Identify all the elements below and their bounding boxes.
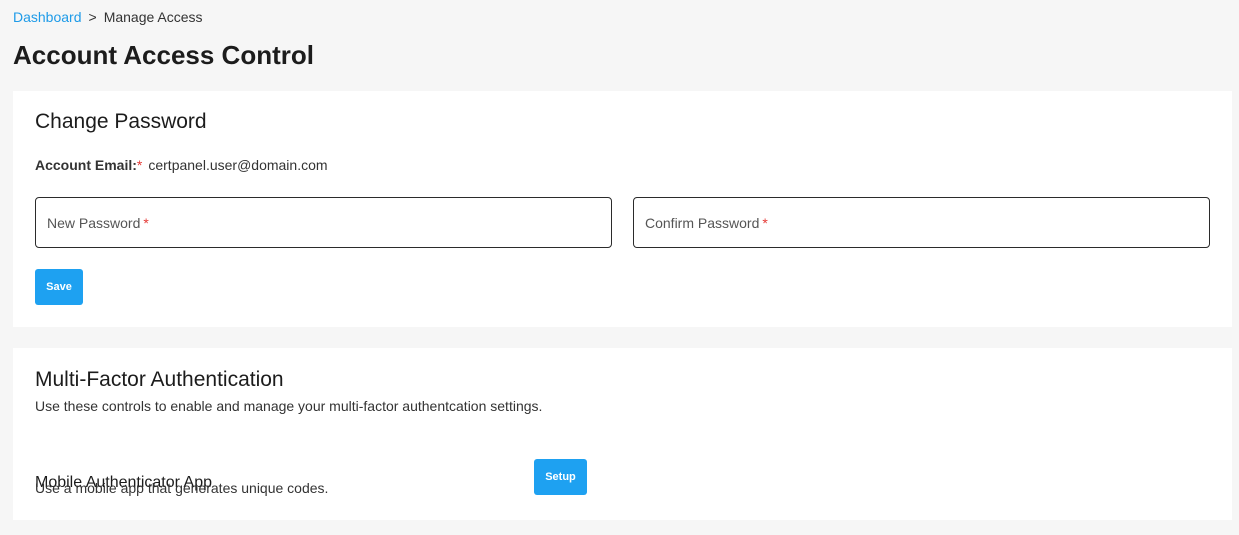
account-email-row: Account Email:* certpanel.user@domain.com [35,156,328,174]
mfa-card: Multi-Factor Authentication Use these co… [13,348,1232,520]
confirm-password-field[interactable]: Confirm Password * [633,197,1210,248]
change-password-title: Change Password [35,110,207,133]
account-email-value: certpanel.user@domain.com [148,157,328,173]
save-button[interactable]: Save [35,269,83,305]
confirm-password-input[interactable] [634,198,1209,247]
breadcrumb: Dashboard > Manage Access [13,9,203,26]
account-email-required-mark: * [136,157,143,173]
mobile-authenticator-description: Use a mobile app that generates unique c… [35,480,329,496]
breadcrumb-separator: > [88,9,97,25]
breadcrumb-current: Manage Access [103,9,203,25]
setup-button[interactable]: Setup [534,459,587,495]
mfa-description: Use these controls to enable and manage … [35,398,543,414]
new-password-field[interactable]: New Password * [35,197,612,248]
account-email-label: Account Email: [35,157,137,173]
new-password-input[interactable] [36,198,611,247]
page-title: Account Access Control [13,40,314,70]
breadcrumb-dashboard-link[interactable]: Dashboard [13,9,82,25]
mfa-title: Multi-Factor Authentication [35,368,284,391]
change-password-card: Change Password Account Email:* certpanel… [13,91,1232,327]
